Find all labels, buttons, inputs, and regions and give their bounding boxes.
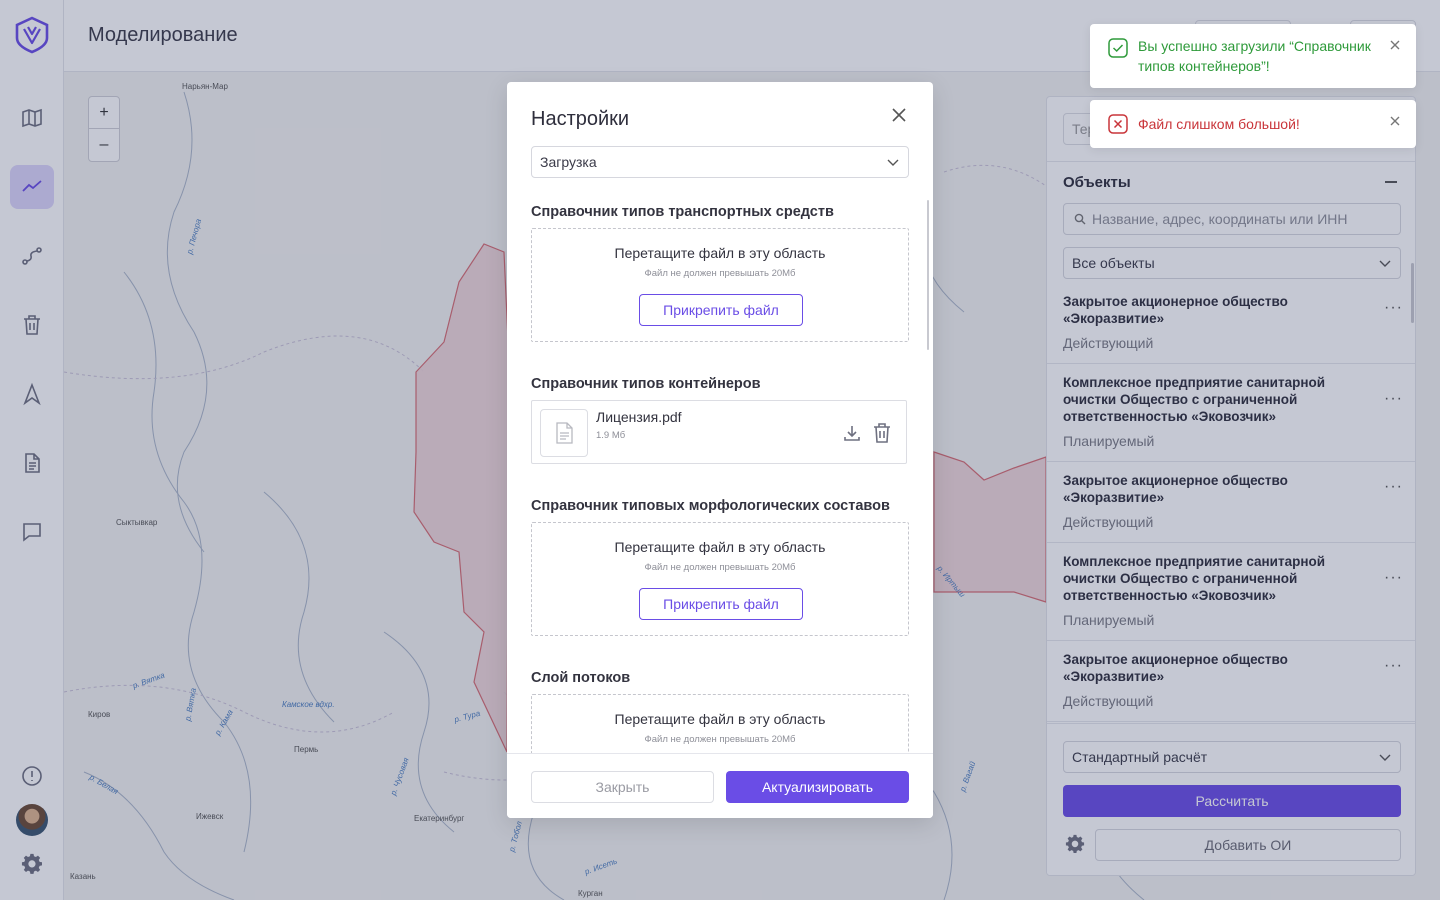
dropzone-hint: Файл не должен превышать 20Мб: [644, 268, 796, 279]
section-title: Справочник типовых морфологических соста…: [531, 498, 890, 514]
file-thumbnail: [540, 409, 588, 457]
dropzone-text: Перетащите файл в эту область: [614, 245, 826, 261]
upload-section: Слой потоков Перетащите файл в эту облас…: [531, 670, 909, 753]
update-button[interactable]: Актуализировать: [726, 771, 909, 803]
upload-section: Справочник типовых морфологических соста…: [531, 498, 909, 636]
file-dropzone[interactable]: Перетащите файл в эту область Файл не до…: [531, 694, 909, 753]
file-dropzone[interactable]: Перетащите файл в эту область Файл не до…: [531, 228, 909, 342]
settings-modal: Настройки Загрузка Справочник типов тран…: [507, 82, 933, 818]
file-size: 1.9 Мб: [596, 430, 626, 441]
modal-footer: Закрыть Актуализировать: [507, 753, 933, 818]
modal-scroll-area[interactable]: Справочник типов транспортных средств Пе…: [507, 198, 933, 753]
file-dropzone[interactable]: Перетащите файл в эту область Файл не до…: [531, 522, 909, 636]
toast-message: Файл слишком большой!: [1138, 116, 1300, 132]
uploaded-file-card: Лицензия.pdf 1.9 Мб: [531, 400, 907, 464]
close-icon[interactable]: [1390, 40, 1400, 50]
section-title: Слой потоков: [531, 670, 631, 686]
attach-file-button[interactable]: Прикрепить файл: [639, 588, 803, 620]
upload-section: Справочник типов контейнеров Лицензия.pd…: [531, 376, 909, 464]
delete-icon[interactable]: [872, 422, 892, 444]
section-title: Справочник типов транспортных средств: [531, 204, 834, 220]
section-title: Справочник типов контейнеров: [531, 376, 761, 392]
success-toast: Вы успешно загрузили “Справочник типов к…: [1090, 24, 1416, 88]
chevron-down-icon: [887, 159, 899, 166]
settings-type-value: Загрузка: [540, 154, 597, 170]
modal-scrollbar[interactable]: [927, 200, 929, 350]
upload-section: Справочник типов транспортных средств Пе…: [531, 204, 909, 342]
error-toast: Файл слишком большой!: [1090, 100, 1416, 148]
dropzone-hint: Файл не должен превышать 20Мб: [644, 734, 796, 745]
dropzone-text: Перетащите файл в эту область: [614, 539, 826, 555]
download-icon[interactable]: [842, 423, 862, 443]
close-button[interactable]: Закрыть: [531, 771, 714, 803]
dropzone-hint: Файл не должен превышать 20Мб: [644, 562, 796, 573]
attach-file-button[interactable]: Прикрепить файл: [639, 294, 803, 326]
toast-message: Вы успешно загрузили “Справочник типов к…: [1138, 38, 1371, 74]
file-icon: [556, 422, 573, 444]
error-icon: [1108, 114, 1128, 134]
settings-type-select[interactable]: Загрузка: [531, 146, 909, 178]
modal-title: Настройки: [531, 108, 630, 130]
dropzone-text: Перетащите файл в эту область: [614, 711, 826, 727]
close-icon[interactable]: [1390, 116, 1400, 126]
file-name: Лицензия.pdf: [596, 409, 682, 425]
close-icon[interactable]: [891, 107, 907, 123]
check-icon: [1108, 38, 1128, 58]
